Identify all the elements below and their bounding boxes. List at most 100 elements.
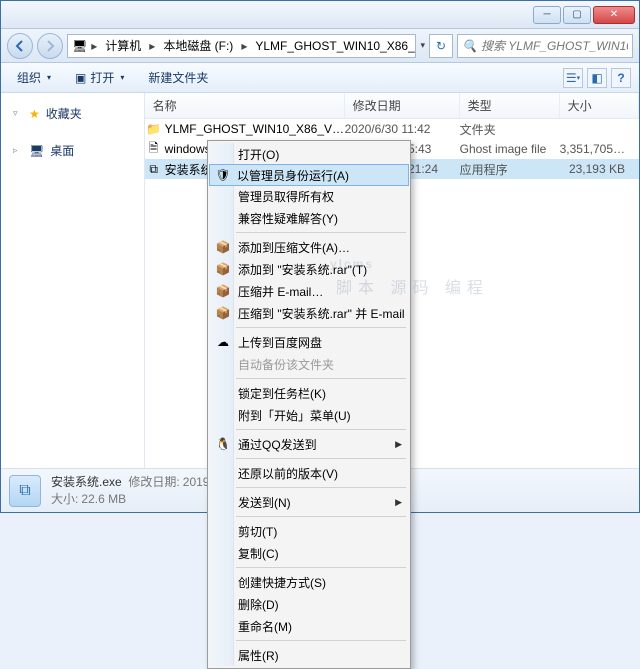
menu-item[interactable]: 打开(O) xyxy=(210,143,408,165)
menu-item[interactable]: 复制(C) xyxy=(210,542,408,564)
menu-item[interactable]: 附到「开始」菜单(U) xyxy=(210,404,408,426)
chevron-down-icon: ▾ xyxy=(120,73,124,82)
menu-item[interactable]: ☁上传到百度网盘 xyxy=(210,331,408,353)
file-type: 文件夹 xyxy=(460,121,560,138)
menu-item-label: 属性(R) xyxy=(238,647,279,664)
menu-item-icon: 🛡 xyxy=(215,168,231,182)
file-date: 2020/6/30 11:42 xyxy=(345,122,460,136)
menu-item[interactable]: 🛡 以管理员身份运行(A) xyxy=(209,164,409,186)
menu-item[interactable]: 📦 压缩到 "安装系统.rar" 并 E-mail xyxy=(210,302,408,324)
file-icon: 📁 xyxy=(145,122,163,136)
organize-button[interactable]: 组织▾ xyxy=(9,66,59,89)
star-icon: ★ xyxy=(29,107,40,121)
menu-item-label: 复制(C) xyxy=(238,545,279,562)
status-filename: 安装系统.exe xyxy=(51,475,122,489)
breadcrumb[interactable]: 🖥 ▸ 计算机 ▸ 本地磁盘 (F:) ▸ YLMF_GHOST_WIN10_X… xyxy=(67,34,416,58)
crumb-computer[interactable]: 计算机 xyxy=(101,37,145,54)
menu-separator xyxy=(236,378,406,379)
maximize-button[interactable]: ▢ xyxy=(563,6,591,24)
menu-item-label: 以管理员身份运行(A) xyxy=(237,167,349,184)
col-type[interactable]: 类型 xyxy=(460,93,560,118)
collapse-icon: ▿ xyxy=(13,108,23,119)
menu-item[interactable]: 📦添加到压缩文件(A)… xyxy=(210,236,408,258)
menu-item[interactable]: 发送到(N) ▶ xyxy=(210,491,408,513)
menu-item[interactable]: 📦添加到 "安装系统.rar"(T) xyxy=(210,258,408,280)
context-menu: 打开(O)🛡以管理员身份运行(A)管理员取得所有权兼容性疑难解答(Y)📦添加到压… xyxy=(207,140,411,669)
file-name: YLMF_GHOST_WIN10_X86_V2020_07 xyxy=(163,122,345,136)
menu-item-label: 上传到百度网盘 xyxy=(238,334,322,351)
submenu-arrow-icon: ▶ xyxy=(395,439,402,450)
preview-pane-button[interactable]: ◧ xyxy=(587,68,607,88)
app-icon: ▣ xyxy=(75,71,86,85)
toolbar: 组织▾ ▣打开▾ 新建文件夹 ☰▾ ◧ ? xyxy=(1,63,639,93)
crumb-folder[interactable]: YLMF_GHOST_WIN10_X86_V2020_07 xyxy=(251,39,416,53)
computer-icon: 🖥 xyxy=(72,39,87,53)
submenu-arrow-icon: ▶ xyxy=(395,497,402,508)
col-name[interactable]: 名称 xyxy=(145,93,345,118)
menu-item[interactable]: 🐧 通过QQ发送到 ▶ xyxy=(210,433,408,455)
menu-separator xyxy=(236,516,406,517)
menu-separator xyxy=(236,458,406,459)
menu-separator xyxy=(236,640,406,641)
menu-separator xyxy=(236,567,406,568)
refresh-button[interactable]: ↻ xyxy=(429,34,453,58)
menu-item[interactable]: 删除(D) xyxy=(210,593,408,615)
search-icon: 🔍 xyxy=(462,39,477,53)
menu-item-icon: 📦 xyxy=(215,306,231,320)
menu-item-icon: 📦 xyxy=(215,284,231,298)
breadcrumb-dropdown[interactable]: ▾ xyxy=(420,40,425,51)
menu-item[interactable]: 锁定到任务栏(K) xyxy=(210,382,408,404)
search-input[interactable] xyxy=(481,39,628,53)
nav-favorites[interactable]: ▿★收藏夹 xyxy=(1,101,144,126)
col-date[interactable]: 修改日期 xyxy=(345,93,460,118)
nav-row: 🖥 ▸ 计算机 ▸ 本地磁盘 (F:) ▸ YLMF_GHOST_WIN10_X… xyxy=(1,29,639,63)
column-headers: 名称 修改日期 类型 大小 xyxy=(145,93,639,119)
menu-item[interactable]: 属性(R) xyxy=(210,644,408,666)
menu-item-label: 管理员取得所有权 xyxy=(238,188,334,205)
menu-item-icon: 🐧 xyxy=(215,437,231,451)
file-icon: 🗎 xyxy=(145,139,163,160)
menu-item-label: 压缩并 E-mail… xyxy=(238,283,323,300)
back-button[interactable] xyxy=(7,33,33,59)
file-size: 23,193 KB xyxy=(560,162,639,176)
menu-separator xyxy=(236,487,406,488)
menu-item-label: 删除(D) xyxy=(238,596,279,613)
menu-item[interactable]: 还原以前的版本(V) xyxy=(210,462,408,484)
file-size: 3,351,705… xyxy=(560,142,639,156)
view-button[interactable]: ☰▾ xyxy=(563,68,583,88)
menu-separator xyxy=(236,327,406,328)
desktop-icon: 🖥 xyxy=(29,144,44,158)
menu-item[interactable]: 管理员取得所有权 xyxy=(210,185,408,207)
back-icon xyxy=(14,40,26,52)
col-size[interactable]: 大小 xyxy=(560,93,639,118)
help-button[interactable]: ? xyxy=(611,68,631,88)
titlebar: ─ ▢ ✕ xyxy=(1,1,639,29)
file-icon: ⧉ xyxy=(145,162,163,177)
menu-item[interactable]: 兼容性疑难解答(Y) xyxy=(210,207,408,229)
minimize-button[interactable]: ─ xyxy=(533,6,561,24)
menu-item-label: 自动备份该文件夹 xyxy=(238,356,334,373)
expand-icon: ▹ xyxy=(13,145,23,156)
menu-item-label: 通过QQ发送到 xyxy=(238,436,317,453)
menu-item[interactable]: 重命名(M) xyxy=(210,615,408,637)
forward-button[interactable] xyxy=(37,33,63,59)
menu-item-label: 附到「开始」菜单(U) xyxy=(238,407,351,424)
menu-item[interactable]: 📦 压缩并 E-mail… xyxy=(210,280,408,302)
chevron-icon: ▸ xyxy=(147,39,157,53)
chevron-icon: ▸ xyxy=(239,39,249,53)
menu-item-label: 发送到(N) xyxy=(238,494,291,511)
nav-desktop[interactable]: ▹🖥桌面 xyxy=(1,138,144,163)
crumb-drive[interactable]: 本地磁盘 (F:) xyxy=(159,37,237,54)
menu-item-label: 添加到压缩文件(A)… xyxy=(238,239,350,256)
close-button[interactable]: ✕ xyxy=(593,6,635,24)
menu-item-label: 重命名(M) xyxy=(238,618,292,635)
menu-item-label: 压缩到 "安装系统.rar" 并 E-mail xyxy=(238,305,405,322)
file-row[interactable]: 📁YLMF_GHOST_WIN10_X86_V2020_072020/6/30 … xyxy=(145,119,639,139)
file-type: Ghost image file xyxy=(460,142,560,156)
menu-item[interactable]: 创建快捷方式(S) xyxy=(210,571,408,593)
menu-separator xyxy=(236,232,406,233)
open-button[interactable]: ▣打开▾ xyxy=(67,66,132,89)
newfolder-button[interactable]: 新建文件夹 xyxy=(140,66,216,89)
menu-item[interactable]: 剪切(T) xyxy=(210,520,408,542)
search-box[interactable]: 🔍 xyxy=(457,34,633,58)
